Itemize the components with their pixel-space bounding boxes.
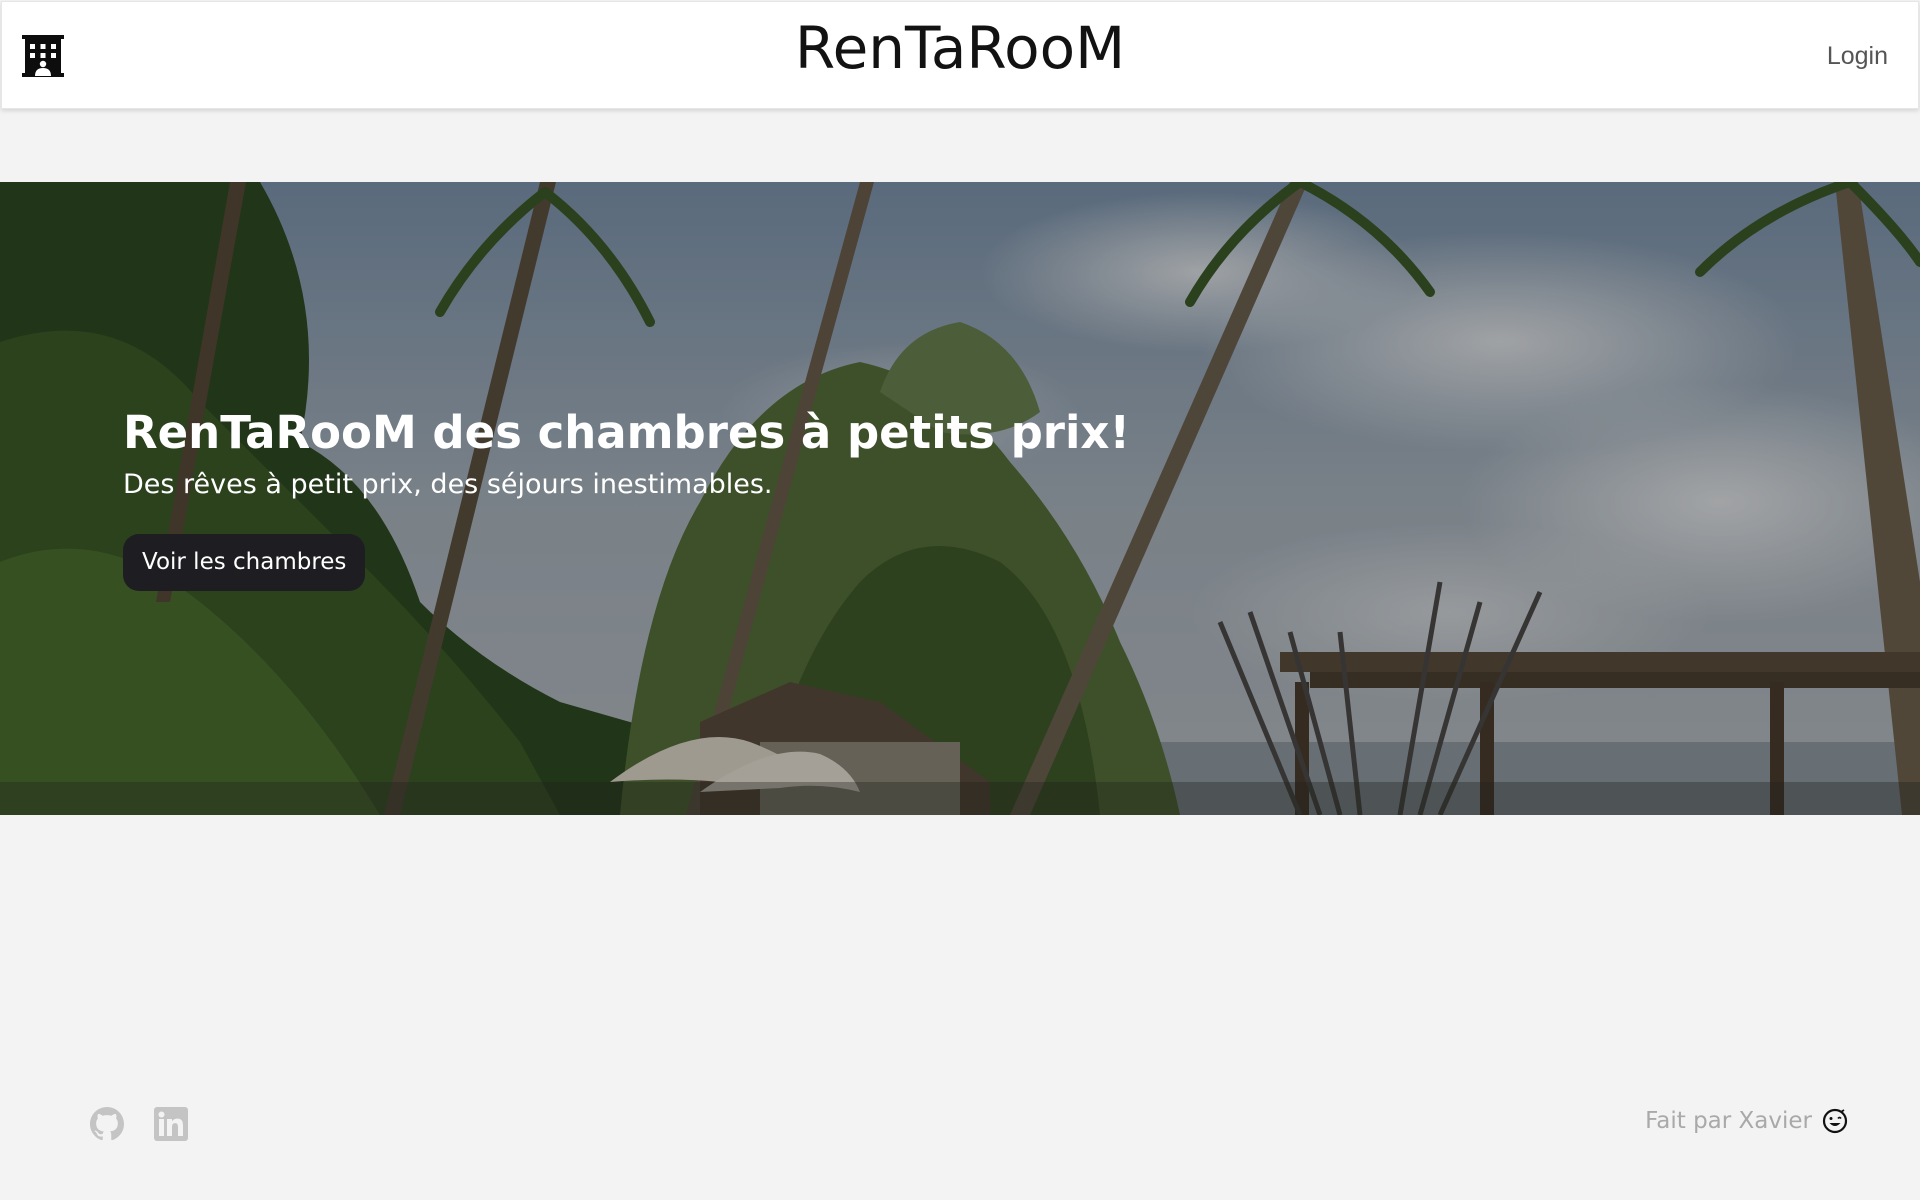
top-navbar: RenTaRooM Login	[1, 1, 1919, 109]
hero-title: RenTaRooM des chambres à petits prix!	[123, 406, 1130, 459]
view-rooms-button[interactable]: Voir les chambres	[123, 534, 366, 591]
smiling-face-icon	[1822, 1108, 1848, 1134]
footer-credit: Fait par Xavier	[1645, 1108, 1848, 1134]
linkedin-icon[interactable]	[153, 1106, 189, 1142]
login-link[interactable]: Login	[1827, 42, 1888, 71]
github-icon[interactable]	[89, 1106, 125, 1142]
hero-subtitle: Des rêves à petit prix, des séjours ines…	[123, 469, 773, 500]
footer-credit-text: Fait par Xavier	[1645, 1108, 1812, 1134]
site-title: RenTaRooM	[794, 14, 1126, 82]
hero-banner: RenTaRooM des chambres à petits prix! De…	[0, 182, 1920, 815]
